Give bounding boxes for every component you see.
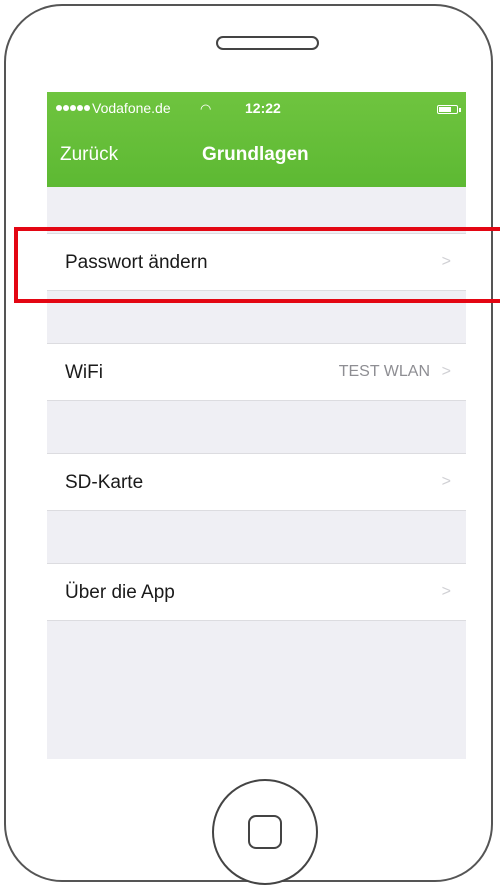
chevron-right-icon: > <box>441 473 451 490</box>
back-button[interactable]: Zurück <box>60 144 118 166</box>
row-label: WiFi <box>65 362 103 383</box>
chevron-right-icon: > <box>441 583 451 600</box>
row-wifi[interactable]: WiFi TEST WLAN > <box>47 343 466 401</box>
row-label: SD-Karte <box>65 472 144 493</box>
status-time: 12:22 <box>245 100 281 116</box>
chevron-right-icon: > <box>441 363 451 380</box>
battery-icon <box>437 105 461 114</box>
wifi-icon: ◠ <box>200 101 212 116</box>
page-title: Grundlagen <box>202 144 309 165</box>
row-ueber-die-app[interactable]: Über die App > <box>47 563 466 621</box>
row-label: Über die App <box>65 582 175 603</box>
home-button-icon <box>248 815 282 849</box>
speaker-slot-icon <box>216 36 319 50</box>
app-screen: Vodafone.de ◠ 12:22 Zurück Grundlagen Pa… <box>47 92 466 759</box>
row-sd-karte[interactable]: SD-Karte > <box>47 453 466 511</box>
carrier-name: Vodafone.de <box>92 100 171 116</box>
stage: Vodafone.de ◠ 12:22 Zurück Grundlagen Pa… <box>0 0 500 888</box>
navigation-bar: Vodafone.de ◠ 12:22 Zurück Grundlagen <box>47 92 466 187</box>
signal-strength-icon <box>56 105 90 113</box>
row-value: TEST WLAN <box>338 363 430 380</box>
highlight-box <box>14 227 500 303</box>
home-button[interactable] <box>212 779 318 885</box>
status-bar: Vodafone.de ◠ 12:22 <box>47 92 466 126</box>
